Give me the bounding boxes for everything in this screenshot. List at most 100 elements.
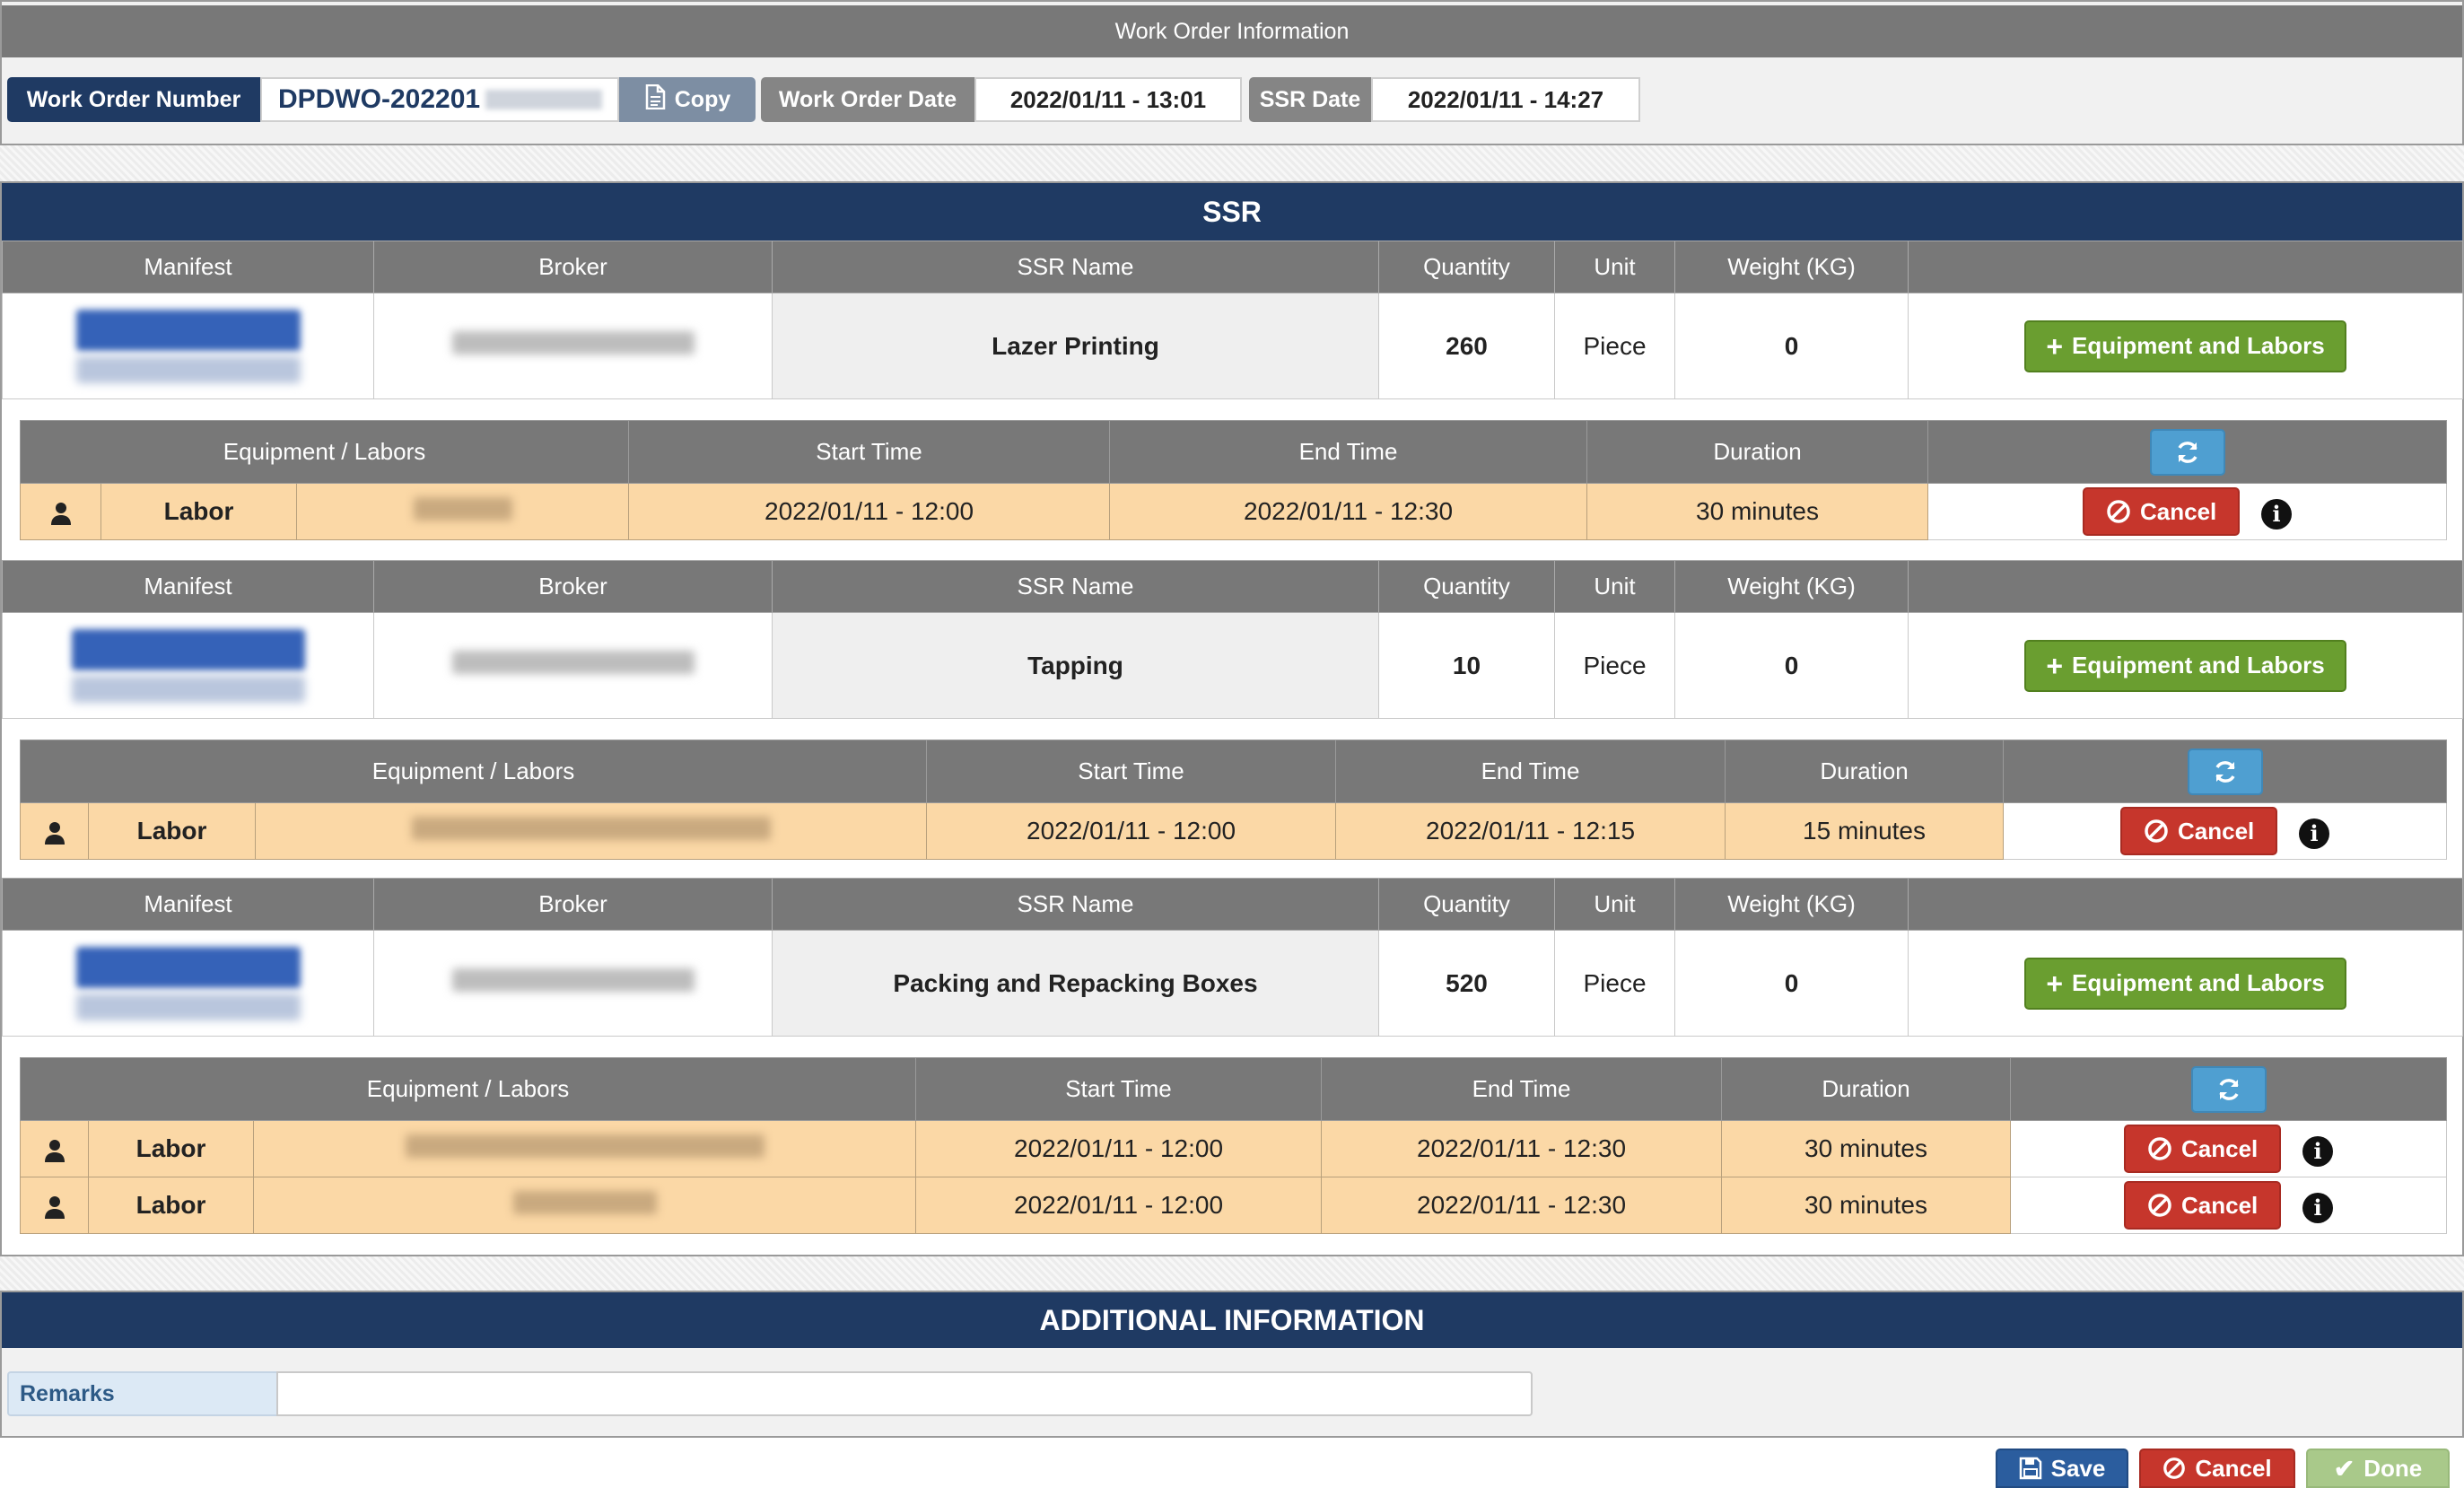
- add-equipment-labors-button[interactable]: + Equipment and Labors: [2024, 319, 2346, 372]
- cancel-labor-label: Cancel: [2177, 817, 2255, 845]
- floppy-disk-icon: [2019, 1457, 2041, 1480]
- work-order-number-value: DPDWO-202201: [260, 77, 619, 122]
- panel-separator: [0, 145, 2464, 181]
- info-icon[interactable]: i: [2261, 498, 2293, 530]
- add-equipment-labors-button[interactable]: + Equipment and Labors: [2024, 639, 2346, 692]
- start-time-cell: 2022/01/11 - 12:00: [915, 1120, 1323, 1177]
- refresh-button[interactable]: [2190, 1065, 2267, 1113]
- redacted-manifest: [75, 309, 301, 351]
- ssr-name-header: SSR Name: [772, 241, 1379, 293]
- ssr-header-row: Manifest Broker SSR Name Quantity Unit W…: [2, 878, 2463, 931]
- actions-header: [1908, 241, 2463, 293]
- save-button[interactable]: Save: [1996, 1449, 2128, 1488]
- duration-cell: 30 minutes: [1721, 1120, 2012, 1177]
- broker-header: Broker: [373, 241, 773, 293]
- info-icon[interactable]: i: [2302, 1192, 2334, 1223]
- unit-cell: Piece: [1554, 293, 1675, 399]
- duration-cell: 30 minutes: [1586, 483, 1929, 540]
- broker-header: Broker: [373, 878, 773, 931]
- work-order-panel-title: Work Order Information: [2, 5, 2462, 57]
- work-order-date-label: Work Order Date: [761, 77, 974, 122]
- cancel-labor-button[interactable]: Cancel: [2082, 487, 2241, 536]
- redacted-number-suffix: [485, 90, 603, 109]
- redacted-labor-name: [405, 1134, 765, 1158]
- refresh-button[interactable]: [2149, 428, 2225, 476]
- broker-cell: [373, 930, 773, 1037]
- ssr-name-header: SSR Name: [772, 560, 1379, 613]
- check-icon: ✔: [2333, 1454, 2355, 1483]
- redacted-labor-name: [411, 816, 771, 840]
- redacted-manifest: [71, 628, 305, 670]
- labor-name: [295, 483, 630, 540]
- user-icon: [20, 483, 101, 540]
- copy-button-label: Copy: [674, 86, 731, 112]
- end-time-header: End Time: [1321, 1057, 1723, 1121]
- ssr-table: Manifest Broker SSR Name Quantity Unit W…: [2, 241, 2463, 399]
- manifest-header: Manifest: [2, 560, 374, 613]
- quantity-cell: 260: [1378, 293, 1555, 399]
- labor-actions-cell: Cancel i: [1927, 483, 2448, 540]
- done-button[interactable]: ✔ Done: [2306, 1449, 2450, 1488]
- cancel-labor-button[interactable]: Cancel: [2123, 1125, 2282, 1173]
- actions-header: [1908, 878, 2463, 931]
- cancel-labor-label: Cancel: [2180, 1134, 2259, 1162]
- redacted-manifest-sub: [71, 675, 305, 703]
- refresh-header: [2010, 1057, 2448, 1121]
- refresh-header: [2003, 740, 2448, 803]
- start-time-header: Start Time: [628, 420, 1111, 484]
- quantity-header: Quantity: [1378, 878, 1555, 931]
- plus-icon: +: [2046, 967, 2063, 1000]
- start-time-cell: 2022/01/11 - 12:00: [915, 1177, 1323, 1234]
- end-time-header: End Time: [1335, 740, 1726, 803]
- info-icon[interactable]: i: [2299, 818, 2330, 849]
- equipment-header-row: Equipment / Labors Start Time End Time D…: [19, 740, 2448, 803]
- labor-row: Labor 2022/01/11 - 12:00 2022/01/11 - 12…: [20, 1120, 2448, 1177]
- labor-type: Labor: [88, 802, 256, 860]
- cancel-button-label: Cancel: [2195, 1454, 2272, 1482]
- remarks-input[interactable]: [276, 1371, 1533, 1416]
- manifest-header: Manifest: [2, 878, 374, 931]
- equipment-labors-table: Equipment / Labors Start Time End Time D…: [19, 420, 2448, 540]
- cancel-labor-label: Cancel: [2139, 497, 2217, 525]
- labor-type: Labor: [88, 1120, 254, 1177]
- labor-row: Labor 2022/01/11 - 12:00 2022/01/11 - 12…: [20, 802, 2448, 860]
- labor-actions-cell: Cancel i: [2010, 1177, 2448, 1234]
- unit-header: Unit: [1554, 878, 1675, 931]
- labor-row: Labor 2022/01/11 - 12:00 2022/01/11 - 12…: [20, 1177, 2448, 1234]
- manifest-cell[interactable]: [2, 612, 374, 719]
- quantity-cell: 10: [1378, 612, 1555, 719]
- ssr-date-label: SSR Date: [1249, 77, 1371, 122]
- quantity-header: Quantity: [1378, 560, 1555, 613]
- duration-header: Duration: [1721, 1057, 2012, 1121]
- equipment-labors-header: Equipment / Labors: [19, 740, 928, 803]
- cancel-labor-button[interactable]: Cancel: [2123, 1181, 2282, 1230]
- cancel-labor-button[interactable]: Cancel: [2119, 807, 2278, 855]
- weight-header: Weight (KG): [1674, 878, 1909, 931]
- work-order-number-text: DPDWO-202201: [278, 84, 481, 114]
- ssr-name-cell: Packing and Repacking Boxes: [772, 930, 1379, 1037]
- duration-cell: 15 minutes: [1725, 802, 2005, 860]
- plus-icon: +: [2046, 649, 2063, 682]
- info-icon[interactable]: i: [2302, 1135, 2334, 1167]
- actions-cell: + Equipment and Labors: [1908, 930, 2463, 1037]
- manifest-cell[interactable]: [2, 930, 374, 1037]
- ban-icon: [2107, 500, 2130, 523]
- refresh-button[interactable]: [2187, 748, 2263, 795]
- quantity-header: Quantity: [1378, 241, 1555, 293]
- ssr-table: Manifest Broker SSR Name Quantity Unit W…: [2, 878, 2463, 1037]
- cancel-button[interactable]: Cancel: [2139, 1449, 2295, 1488]
- copy-button[interactable]: Copy: [619, 77, 756, 122]
- end-time-cell: 2022/01/11 - 12:15: [1335, 802, 1726, 860]
- equipment-labors-header: Equipment / Labors: [19, 1057, 917, 1121]
- ssr-row: Tapping 10 Piece 0 + Equipment and Labor…: [2, 612, 2463, 719]
- ssr-row: Lazer Printing 260 Piece 0 + Equipment a…: [2, 293, 2463, 399]
- redacted-manifest-sub: [75, 355, 301, 383]
- manifest-cell[interactable]: [2, 293, 374, 399]
- ssr-header-row: Manifest Broker SSR Name Quantity Unit W…: [2, 560, 2463, 613]
- add-equipment-labors-button[interactable]: + Equipment and Labors: [2024, 957, 2346, 1010]
- end-time-header: End Time: [1109, 420, 1588, 484]
- start-time-cell: 2022/01/11 - 12:00: [628, 483, 1111, 540]
- actions-cell: + Equipment and Labors: [1908, 293, 2463, 399]
- cancel-labor-label: Cancel: [2180, 1191, 2259, 1219]
- labor-row: Labor 2022/01/11 - 12:00 2022/01/11 - 12…: [20, 483, 2448, 540]
